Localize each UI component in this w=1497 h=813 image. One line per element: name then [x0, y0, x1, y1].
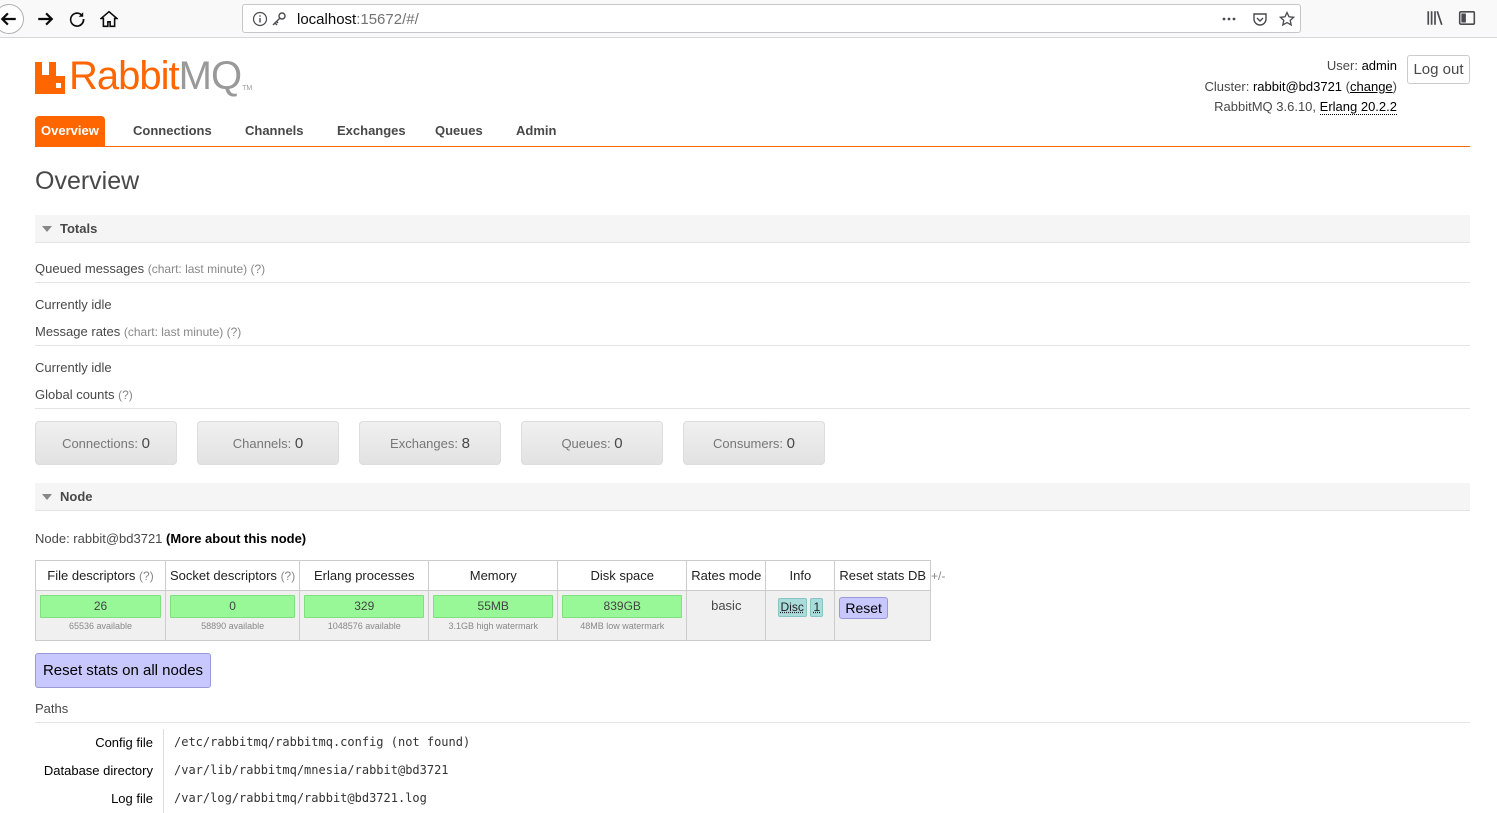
- message-rates-help[interactable]: (chart: last minute) (?): [124, 325, 241, 339]
- info-cell: Disc 1: [766, 591, 835, 641]
- tab-connections[interactable]: Connections: [127, 116, 218, 146]
- node-stats-table: File descriptors (?) Socket descriptors …: [35, 560, 931, 641]
- path-label: Log file: [35, 791, 153, 806]
- paths-header: Paths: [35, 701, 1470, 723]
- message-rates-header: Message rates (chart: last minute) (?): [35, 324, 1470, 346]
- queued-messages-header: Queued messages (chart: last minute) (?): [35, 261, 1470, 283]
- collapse-triangle-icon: [42, 226, 52, 232]
- arrow-left-icon: [0, 10, 18, 28]
- socket-descriptors-cell: 0 58890 available: [166, 591, 300, 641]
- disk-space-cell: 839GB 48MB low watermark: [558, 591, 687, 641]
- forward-button[interactable]: [32, 6, 58, 32]
- home-icon: [100, 10, 118, 28]
- table-row: 26 65536 available 0 58890 available 329…: [36, 591, 931, 641]
- reset-node-stats-button[interactable]: Reset: [839, 597, 888, 619]
- table-row: Config file /etc/rabbitmq/rabbitmq.confi…: [35, 729, 1470, 757]
- memory-gauge: 55MB: [433, 595, 553, 618]
- col-file-descriptors: File descriptors (?): [36, 561, 166, 591]
- erlang-version[interactable]: Erlang 20.2.2: [1320, 99, 1397, 115]
- cluster-name: rabbit@bd3721: [1253, 79, 1342, 94]
- socket-descriptors-gauge: 0: [170, 595, 295, 618]
- logo-trademark: TM: [242, 85, 252, 92]
- logout-button[interactable]: Log out: [1407, 55, 1470, 84]
- channels-count[interactable]: Channels: 0: [197, 421, 339, 465]
- logo-text-rabbit: Rabbit: [69, 54, 179, 98]
- consumers-count[interactable]: Consumers: 0: [683, 421, 825, 465]
- rates-mode-value: basic: [691, 598, 761, 613]
- logo-text-mq: MQ: [179, 54, 241, 98]
- bookmark-star-icon[interactable]: [1279, 11, 1295, 27]
- browser-toolbar: localhost:15672/#/: [0, 0, 1497, 38]
- queued-messages-help[interactable]: (chart: last minute) (?): [148, 262, 265, 276]
- connections-count[interactable]: Connections: 0: [35, 421, 177, 465]
- key-icon[interactable]: [271, 11, 287, 27]
- version-line: RabbitMQ 3.6.10, Erlang 20.2.2: [1205, 97, 1397, 118]
- node-name-line: Node: rabbit@bd3721 (More about this nod…: [35, 531, 306, 546]
- memory-cell: 55MB 3.1GB high watermark: [429, 591, 558, 641]
- collapse-triangle-icon: [42, 494, 52, 500]
- more-actions-icon[interactable]: [1221, 11, 1237, 27]
- path-value: /var/lib/rabbitmq/mnesia/rabbit@bd3721: [174, 763, 449, 777]
- path-value: /var/log/rabbitmq/rabbit@bd3721.log: [174, 791, 427, 805]
- path-label: Config file: [35, 735, 153, 750]
- col-info: Info: [766, 561, 835, 591]
- tab-queues[interactable]: Queues: [429, 116, 489, 146]
- main-nav-tabs: Overview Connections Channels Exchanges …: [35, 116, 1470, 147]
- user-line: User: admin: [1205, 56, 1397, 77]
- library-icon[interactable]: [1426, 9, 1444, 27]
- reload-icon: [68, 10, 86, 28]
- file-descriptors-cell: 26 65536 available: [36, 591, 166, 641]
- rabbitmq-logo[interactable]: RabbitMQ TM: [35, 54, 252, 94]
- pocket-icon[interactable]: [1252, 11, 1268, 27]
- queues-count[interactable]: Queues: 0: [521, 421, 663, 465]
- col-reset-stats-db: Reset stats DB: [835, 561, 931, 591]
- erlang-processes-cell: 329 1048576 available: [300, 591, 429, 641]
- path-label: Database directory: [35, 763, 153, 778]
- col-socket-descriptors: Socket descriptors (?): [166, 561, 300, 591]
- path-value: /etc/rabbitmq/rabbitmq.config (not found…: [174, 735, 470, 749]
- toggle-columns-link[interactable]: +/-: [931, 569, 945, 583]
- user-name: admin: [1362, 58, 1397, 73]
- erlang-processes-gauge: 329: [304, 595, 424, 618]
- reset-cell: Reset: [835, 591, 931, 641]
- reload-button[interactable]: [64, 6, 90, 32]
- back-button[interactable]: [0, 4, 24, 34]
- disc-badge[interactable]: Disc: [778, 598, 807, 617]
- exchanges-count[interactable]: Exchanges: 8: [359, 421, 501, 465]
- arrow-right-icon: [36, 10, 54, 28]
- table-row: Database directory /var/lib/rabbitmq/mne…: [35, 757, 1470, 785]
- url-text[interactable]: localhost:15672/#/: [297, 11, 419, 28]
- col-disk-space: Disk space: [558, 561, 687, 591]
- sidebar-icon[interactable]: [1458, 9, 1476, 27]
- cluster-line: Cluster: rabbit@bd3721 (change): [1205, 77, 1397, 98]
- table-row: Log file /var/log/rabbitmq/rabbit@bd3721…: [35, 785, 1470, 813]
- global-counts-header: Global counts (?): [35, 387, 1470, 409]
- file-descriptors-gauge: 26: [40, 595, 161, 618]
- page-title: Overview: [35, 167, 139, 196]
- rabbit-logo-icon: [35, 59, 65, 94]
- col-rates-mode: Rates mode: [687, 561, 766, 591]
- reset-stats-all-nodes-button[interactable]: Reset stats on all nodes: [35, 653, 211, 688]
- totals-section-toggle[interactable]: Totals: [35, 215, 1470, 243]
- info-icon[interactable]: [252, 11, 268, 27]
- more-about-node-link[interactable]: (More about this node): [166, 531, 306, 546]
- col-memory: Memory: [429, 561, 558, 591]
- global-counts-help[interactable]: (?): [118, 388, 133, 402]
- home-button[interactable]: [96, 6, 122, 32]
- queued-messages-status: Currently idle: [35, 297, 112, 312]
- tab-channels[interactable]: Channels: [239, 116, 310, 146]
- tab-exchanges[interactable]: Exchanges: [331, 116, 412, 146]
- change-cluster-link[interactable]: change: [1350, 79, 1393, 94]
- disk-space-gauge: 839GB: [562, 595, 682, 618]
- rates-mode-cell: basic: [687, 591, 766, 641]
- header-info: User: admin Cluster: rabbit@bd3721 (chan…: [1205, 56, 1397, 118]
- message-rates-status: Currently idle: [35, 360, 112, 375]
- col-erlang-processes: Erlang processes: [300, 561, 429, 591]
- count-badge[interactable]: 1: [810, 598, 823, 617]
- tab-admin[interactable]: Admin: [510, 116, 562, 146]
- url-bar[interactable]: localhost:15672/#/: [242, 4, 1301, 33]
- node-section-toggle[interactable]: Node: [35, 483, 1470, 511]
- tab-overview[interactable]: Overview: [35, 116, 105, 146]
